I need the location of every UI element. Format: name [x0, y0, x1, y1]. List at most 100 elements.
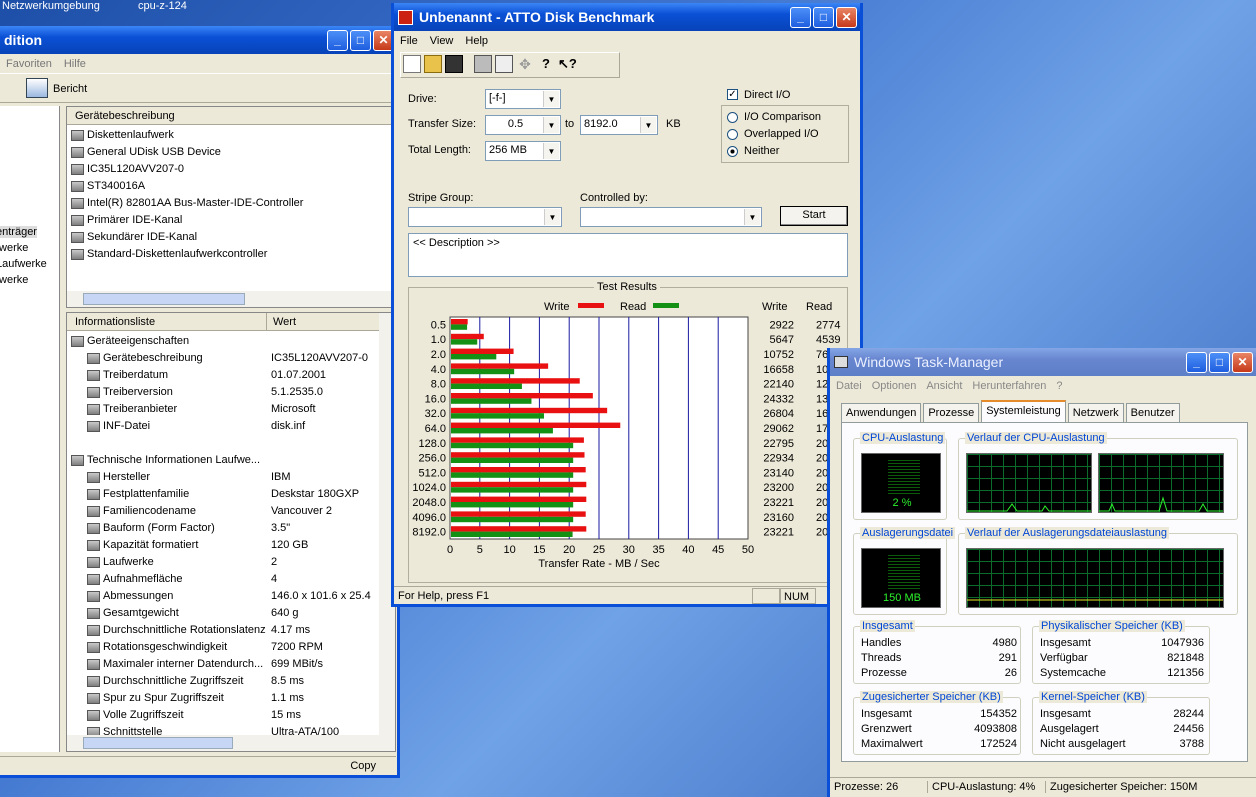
chevron-down-icon[interactable]: ▼: [544, 209, 560, 225]
open-icon[interactable]: [424, 55, 442, 73]
device-item[interactable]: Intel(R) 82801AA Bus-Master-IDE-Controll…: [71, 197, 303, 209]
close-button[interactable]: ✕: [836, 6, 857, 28]
maximize-button[interactable]: □: [813, 6, 834, 28]
tab-systemleistung[interactable]: Systemleistung: [981, 400, 1066, 422]
chevron-down-icon[interactable]: ▼: [543, 143, 559, 159]
horizontal-scrollbar[interactable]: [67, 291, 395, 307]
desktop-icon-label[interactable]: Netzwerkumgebung: [2, 0, 100, 12]
group-header[interactable]: Geräteeigenschaften: [71, 335, 189, 347]
menu-optionen[interactable]: Optionen: [872, 380, 917, 392]
column-header[interactable]: Gerätebeschreibung: [67, 107, 397, 125]
everest-titlebar[interactable]: dition _ □ ✕: [0, 26, 397, 54]
column-header-info[interactable]: Informationsliste: [67, 313, 267, 331]
property-row[interactable]: Laufwerke: [87, 556, 267, 568]
device-item[interactable]: IC35L120AVV207-0: [71, 163, 184, 175]
tree-item[interactable]: Laufwerke: [0, 258, 47, 270]
chevron-down-icon[interactable]: ▼: [640, 117, 656, 133]
property-row[interactable]: Gerätebeschreibung: [87, 352, 267, 364]
device-item[interactable]: Sekundärer IDE-Kanal: [71, 231, 197, 243]
transfer-size-to[interactable]: 8192.0 ▼: [580, 115, 658, 135]
radio-overlapped-io[interactable]: [727, 129, 738, 140]
maximize-button[interactable]: □: [350, 29, 371, 51]
property-row[interactable]: Familiencodename: [87, 505, 267, 517]
tab-netzwerk[interactable]: Netzwerk: [1067, 403, 1124, 422]
menu-herunterfahren[interactable]: Herunterfahren: [972, 380, 1046, 392]
minimize-button[interactable]: _: [327, 29, 348, 51]
left-tree[interactable]: enträger fwerke Laufwerke fwerke: [0, 106, 60, 752]
direct-io-checkbox[interactable]: ✓: [727, 89, 738, 100]
property-row[interactable]: Bauform (Form Factor): [87, 522, 267, 534]
property-row[interactable]: Gesamtgewicht: [87, 607, 267, 619]
property-row[interactable]: Aufnahmefläche: [87, 573, 267, 585]
menu-help[interactable]: ?: [1056, 380, 1062, 392]
total-length-select[interactable]: 256 MB ▼: [485, 141, 561, 161]
device-item[interactable]: ST340016A: [71, 180, 145, 192]
new-icon[interactable]: [403, 55, 421, 73]
device-item[interactable]: Standard-Diskettenlaufwerkcontroller: [71, 248, 267, 260]
chevron-down-icon[interactable]: ▼: [543, 117, 559, 133]
report-button[interactable]: Bericht: [53, 83, 87, 95]
drive-select[interactable]: [-f-] ▼: [485, 89, 561, 109]
print-preview-icon[interactable]: [495, 55, 513, 73]
minimize-button[interactable]: _: [790, 6, 811, 28]
menu-view[interactable]: View: [430, 35, 454, 47]
device-item[interactable]: Primärer IDE-Kanal: [71, 214, 182, 226]
property-row[interactable]: Abmessungen: [87, 590, 267, 602]
chevron-down-icon[interactable]: ▼: [543, 91, 559, 107]
radio-neither[interactable]: [727, 146, 738, 157]
menu-favoriten[interactable]: Favoriten: [2, 58, 52, 70]
menu-help[interactable]: Help: [465, 35, 488, 47]
column-header-value[interactable]: Wert: [267, 313, 379, 331]
move-icon[interactable]: ✥: [516, 55, 534, 73]
start-button[interactable]: Start: [780, 206, 848, 226]
group-header[interactable]: Technische Informationen Laufwe...: [71, 454, 260, 466]
tree-item[interactable]: fwerke: [0, 242, 28, 254]
menu-ansicht[interactable]: Ansicht: [926, 380, 962, 392]
tree-item[interactable]: enträger: [0, 226, 37, 238]
taskmanager-titlebar[interactable]: Windows Task-Manager _ □ ✕: [830, 348, 1256, 376]
minimize-button[interactable]: _: [1186, 351, 1207, 373]
property-row[interactable]: INF-Datei: [87, 420, 267, 432]
property-row[interactable]: Durchschnittliche Zugriffszeit: [87, 675, 267, 687]
device-list[interactable]: Gerätebeschreibung Diskettenlaufwerk Gene…: [66, 106, 397, 308]
property-row[interactable]: Treiberdatum: [87, 369, 267, 381]
stripe-group-select[interactable]: ▼: [408, 207, 562, 227]
menu-datei[interactable]: Datei: [836, 380, 862, 392]
menu-file[interactable]: File: [400, 35, 418, 47]
controlled-by-select[interactable]: ▼: [580, 207, 762, 227]
property-row[interactable]: Rotationsgeschwindigkeit: [87, 641, 267, 653]
property-row[interactable]: Festplattenfamilie: [87, 488, 267, 500]
menu-hilfe[interactable]: Hilfe: [64, 58, 86, 70]
radio-io-comparison[interactable]: [727, 112, 738, 123]
tab-benutzer[interactable]: Benutzer: [1125, 403, 1180, 422]
maximize-button[interactable]: □: [1209, 351, 1230, 373]
context-help-icon[interactable]: ↖?: [558, 55, 577, 73]
property-row[interactable]: Treiberanbieter: [87, 403, 267, 415]
property-row[interactable]: Volle Zugriffszeit: [87, 709, 267, 721]
transfer-size-label: Transfer Size:: [408, 118, 477, 130]
atto-titlebar[interactable]: Unbenannt - ATTO Disk Benchmark _ □ ✕: [394, 3, 860, 31]
property-row[interactable]: Kapazität formatiert: [87, 539, 267, 551]
close-button[interactable]: ✕: [1232, 351, 1253, 373]
property-row[interactable]: Treiberversion: [87, 386, 267, 398]
transfer-size-from[interactable]: 0.5 ▼: [485, 115, 561, 135]
property-row[interactable]: Durchschnittliche Rotationslatenz: [87, 624, 267, 636]
property-row[interactable]: Maximaler interner Datendurch...: [87, 658, 267, 670]
read-bar: [451, 354, 497, 360]
report-icon[interactable]: [26, 78, 48, 98]
tab-prozesse[interactable]: Prozesse: [923, 403, 980, 422]
save-icon[interactable]: [445, 55, 463, 73]
print-icon[interactable]: [474, 55, 492, 73]
description-box[interactable]: << Description >>: [408, 233, 848, 277]
desktop-icon-label[interactable]: cpu-z-124: [138, 0, 187, 12]
device-item[interactable]: Diskettenlaufwerk: [71, 129, 174, 141]
chevron-down-icon[interactable]: ▼: [744, 209, 760, 225]
property-row[interactable]: Spur zu Spur Zugriffszeit: [87, 692, 267, 704]
property-row[interactable]: Hersteller: [87, 471, 267, 483]
horizontal-scrollbar[interactable]: [67, 735, 395, 751]
device-item[interactable]: General UDisk USB Device: [71, 146, 221, 158]
info-list[interactable]: Informationsliste Wert Geräteeigenschaft…: [66, 312, 396, 752]
help-icon[interactable]: ?: [537, 55, 555, 73]
tab-anwendungen[interactable]: Anwendungen: [841, 403, 922, 422]
tree-item[interactable]: fwerke: [0, 274, 28, 286]
